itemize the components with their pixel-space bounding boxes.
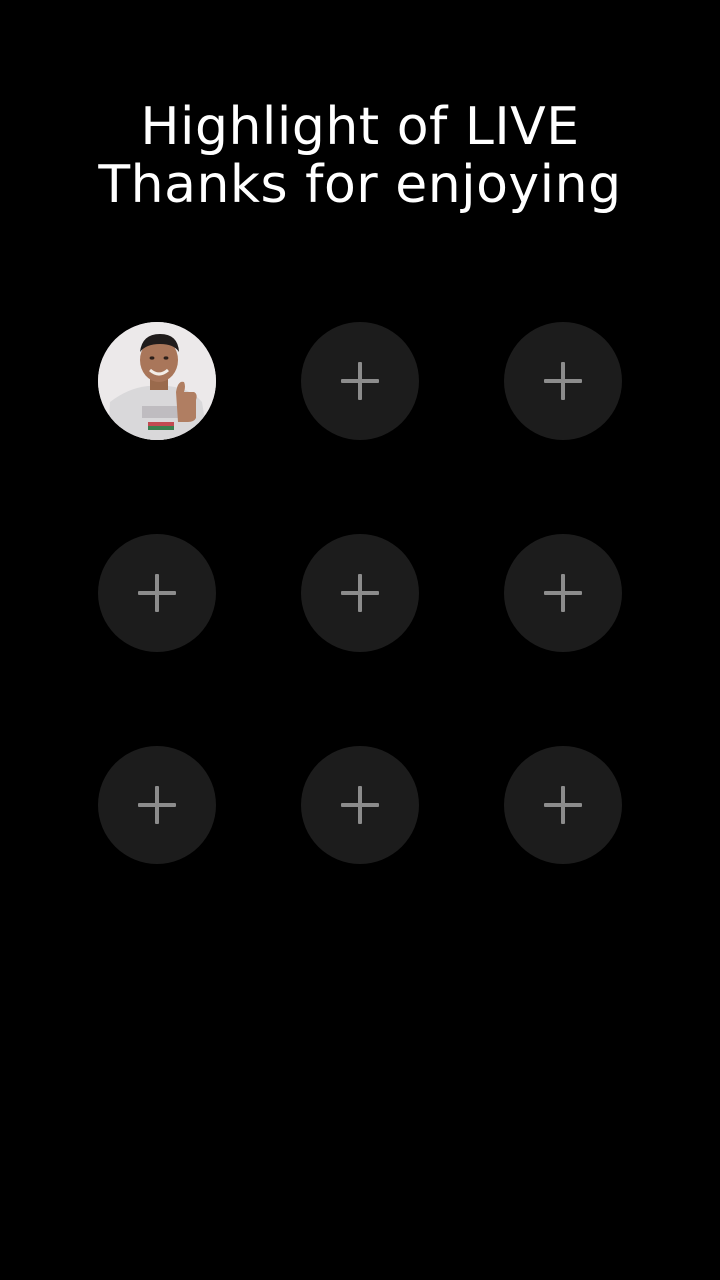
plus-icon (544, 786, 582, 824)
add-slot-4[interactable] (98, 534, 216, 652)
add-slot-2[interactable] (301, 322, 419, 440)
avatar-slot-1[interactable] (98, 322, 216, 440)
plus-icon (341, 362, 379, 400)
add-slot-5[interactable] (301, 534, 419, 652)
add-slot-3[interactable] (504, 322, 622, 440)
title-line-1: Highlight of LIVE (140, 97, 580, 157)
plus-icon (544, 574, 582, 612)
page-title: Highlight of LIVE Thanks for enjoying (0, 98, 720, 214)
highlight-grid (98, 322, 622, 864)
add-slot-9[interactable] (504, 746, 622, 864)
add-slot-7[interactable] (98, 746, 216, 864)
title-line-2: Thanks for enjoying (98, 155, 622, 215)
add-slot-8[interactable] (301, 746, 419, 864)
user-avatar (98, 322, 216, 440)
plus-icon (341, 786, 379, 824)
plus-icon (138, 574, 176, 612)
plus-icon (544, 362, 582, 400)
plus-icon (138, 786, 176, 824)
plus-icon (341, 574, 379, 612)
add-slot-6[interactable] (504, 534, 622, 652)
